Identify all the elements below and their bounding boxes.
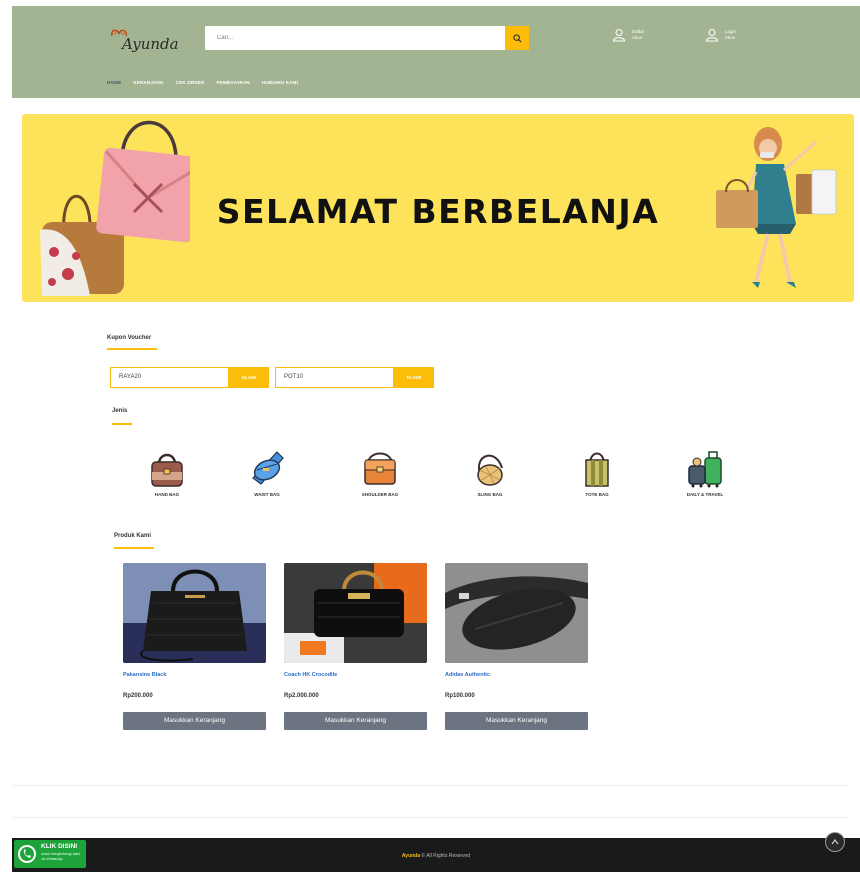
whatsapp-title: KLIK DISINI — [41, 843, 78, 850]
category-shoulder-bag[interactable]: SHOULDER BAG — [345, 448, 415, 497]
user-icon — [612, 28, 626, 42]
nav-hubungi-kami[interactable]: HUBUNGI KAMI — [262, 80, 298, 85]
category-waist-bag[interactable]: WAIST BAG — [232, 448, 302, 497]
category-label: TOTE BAG — [585, 492, 609, 497]
register-sublabel: Akun — [632, 35, 643, 40]
product-name[interactable]: Adidas Authentic — [445, 672, 588, 678]
whatsapp-subtitle: untuk menghubungi kami via WhatsApp — [41, 852, 81, 861]
product-image[interactable] — [445, 563, 588, 663]
back-to-top-button[interactable] — [825, 832, 845, 852]
product-image[interactable] — [123, 563, 266, 663]
category-label: HAND BAG — [154, 492, 180, 497]
waist-bag-icon — [252, 451, 284, 485]
product-price: Rp200.000 — [123, 693, 153, 699]
product-image[interactable] — [284, 563, 427, 663]
product-name[interactable]: Pakansine Black — [123, 672, 266, 678]
add-to-cart-button[interactable]: Masukkan Keranjang — [284, 712, 427, 730]
category-section-title: Jenis — [112, 408, 128, 414]
category-sling-bag[interactable]: SLING BAG — [455, 448, 525, 497]
divider — [12, 817, 848, 818]
add-to-cart-button[interactable]: Masukkan Keranjang — [123, 712, 266, 730]
luggage-icon — [688, 451, 722, 488]
hero-banner: SELAMAT BERBELANJA — [22, 114, 854, 302]
voucher-claim-button[interactable]: KLAIM — [394, 367, 434, 388]
products-title-underline — [114, 547, 154, 549]
whatsapp-button[interactable]: KLIK DISINI untuk menghubungi kami via W… — [14, 840, 86, 868]
product-price: Rp2.000.000 — [284, 693, 319, 699]
site-footer: Ayunda © All Rights Reserved — [12, 838, 860, 872]
logo-text[interactable]: Ayunda — [122, 35, 179, 53]
voucher-code[interactable]: RAYA20 — [110, 367, 229, 388]
user-icon — [705, 28, 719, 42]
product-card: Coach HK Crocodile Rp2.000.000 Masukkan … — [284, 563, 427, 730]
footer-brand: Ayunda — [401, 853, 421, 859]
product-card: Pakansine Black Rp200.000 Masukkan Keran… — [123, 563, 266, 730]
category-tote-bag[interactable]: TOTE BAG — [562, 448, 632, 497]
voucher-title-underline — [107, 348, 157, 350]
voucher-item: RAYA20 KLAIM — [110, 367, 269, 388]
category-daily-travel[interactable]: DAILY & TRAVEL — [670, 448, 740, 497]
voucher-code[interactable]: POT10 — [275, 367, 394, 388]
nav-keranjang[interactable]: KERANJANG — [133, 80, 163, 85]
main-nav: HOME KERANJANG CEK ORDER PEMBAYARAN HUBU… — [107, 80, 298, 85]
divider — [12, 785, 848, 786]
footer-copyright: Ayunda © All Rights Reserved — [12, 853, 860, 859]
shopper-illustration — [716, 127, 837, 288]
nav-cek-order[interactable]: CEK ORDER — [176, 80, 205, 85]
category-label: SLING BAG — [477, 492, 503, 497]
add-to-cart-button[interactable]: Masukkan Keranjang — [445, 712, 588, 730]
search-button[interactable] — [505, 26, 529, 50]
tote-bag-icon — [585, 452, 609, 487]
products-section-title: Produk Kami — [114, 533, 152, 539]
voucher-item: POT10 KLAIM — [275, 367, 434, 388]
arrow-up-icon — [831, 839, 839, 845]
login-sublabel: Akun — [725, 35, 736, 40]
site-header: Ayunda Daftar Akun Login Akun HOM — [12, 6, 860, 98]
category-label: SHOULDER BAG — [361, 492, 399, 497]
login-link[interactable]: Login Akun — [705, 28, 736, 42]
search-input[interactable] — [205, 26, 505, 50]
category-title-underline — [112, 423, 132, 425]
voucher-section-title: Kupon Voucher — [107, 335, 152, 341]
shoulder-bag-icon — [364, 452, 396, 485]
product-name[interactable]: Coach HK Crocodile — [284, 672, 427, 678]
category-label: WAIST BAG — [254, 492, 280, 497]
footer-text: © All Rights Reserved — [421, 853, 471, 859]
nav-home[interactable]: HOME — [107, 80, 121, 85]
handbag-icon — [151, 453, 183, 487]
voucher-claim-button[interactable]: KLAIM — [229, 367, 269, 388]
category-label: DAILY & TRAVEL — [686, 492, 724, 497]
sling-bag-icon — [477, 454, 503, 486]
product-card: Adidas Authentic Rp100.000 Masukkan Kera… — [445, 563, 588, 730]
register-link[interactable]: Daftar Akun — [612, 28, 644, 42]
search-icon — [512, 33, 522, 43]
search-bar — [205, 26, 529, 50]
nav-pembayaran[interactable]: PEMBAYARAN — [216, 80, 249, 85]
category-hand-bag[interactable]: HAND BAG — [132, 448, 202, 497]
whatsapp-icon — [18, 845, 36, 863]
product-price: Rp100.000 — [445, 693, 475, 699]
